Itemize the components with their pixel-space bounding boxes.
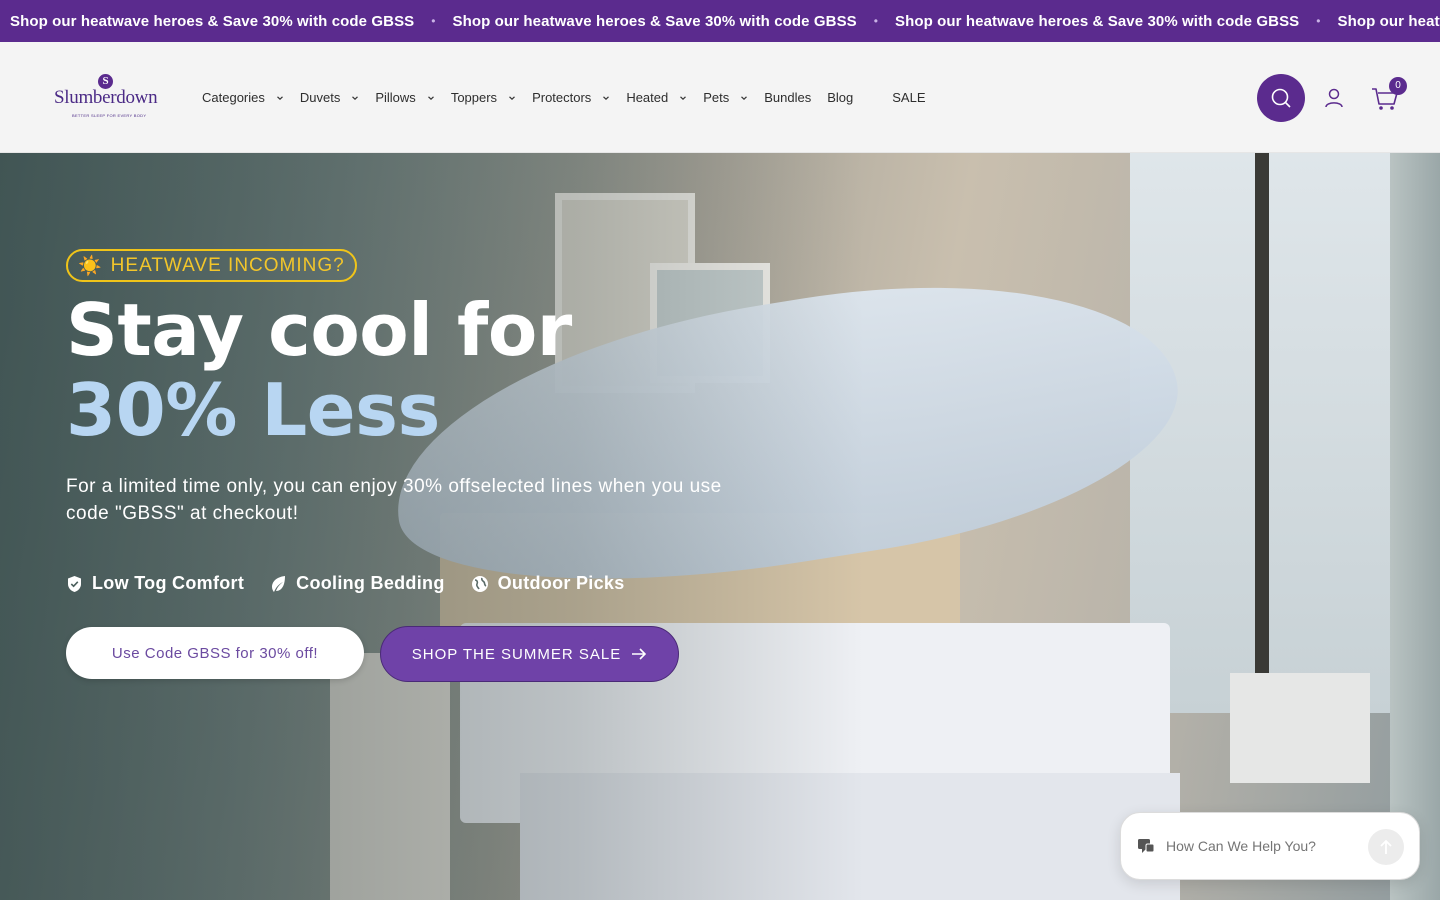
chevron-down-icon: [276, 95, 283, 100]
sun-icon: ☀️: [78, 255, 103, 277]
nav-item-label: Blog: [827, 90, 854, 105]
announcement-message[interactable]: Shop our heatwave heroes & Save 30% with…: [453, 13, 857, 30]
nav-item-label: Pets: [703, 90, 730, 105]
main-nav: Categories Duvets Pillows Toppers Protec…: [202, 42, 942, 153]
use-code-button[interactable]: Use Code GBSS for 30% off!: [66, 627, 364, 679]
nav-item-categories[interactable]: Categories: [202, 90, 284, 105]
chevron-down-icon: [603, 95, 610, 100]
feature-label: Outdoor Picks: [497, 573, 625, 593]
nav-item-duvets[interactable]: Duvets: [300, 90, 359, 105]
globe-icon: [471, 575, 488, 592]
feature-cooling: Cooling Bedding: [270, 573, 444, 594]
arrow-up-icon: [1380, 839, 1392, 854]
heatwave-badge-label: HEATWAVE INCOMING?: [110, 254, 345, 276]
announcement-separator: •: [873, 14, 878, 28]
nav-item-blog[interactable]: Blog: [827, 90, 853, 105]
chevron-down-icon: [427, 95, 434, 100]
hero-title-highlight: 30% Less: [66, 368, 440, 452]
nav-item-label: Bundles: [764, 90, 812, 105]
logo-wordmark: Slumberdown: [54, 87, 158, 108]
nav-item-label: Duvets: [299, 90, 341, 105]
announcement-separator: •: [1316, 14, 1321, 28]
search-icon: [1271, 88, 1291, 108]
nav-item-label: Categories: [202, 90, 265, 105]
nav-item-protectors[interactable]: Protectors: [532, 90, 610, 105]
cart-count-badge: 0: [1389, 77, 1407, 95]
nav-item-label: Toppers: [450, 90, 498, 105]
announcement-track: Shop our heatwave heroes & Save 30% with…: [10, 0, 1440, 42]
announcement-message[interactable]: Shop our heatwave heroes & Save 30% with…: [895, 13, 1299, 30]
nav-item-pillows[interactable]: Pillows: [375, 90, 434, 105]
chevron-down-icon: [509, 95, 515, 100]
chat-send-button[interactable]: [1368, 829, 1404, 865]
nav-item-toppers[interactable]: Toppers: [451, 90, 516, 105]
nav-item-bundles[interactable]: Bundles: [764, 90, 811, 105]
site-header: S Slumberdown BETTER SLEEP FOR EVERY BOD…: [0, 42, 1440, 153]
arrow-right-icon: [632, 648, 647, 660]
shield-check-icon: [68, 575, 81, 592]
nav-item-pets[interactable]: Pets: [703, 90, 748, 105]
feature-label: Low Tog Comfort: [92, 573, 245, 593]
feature-low-tog: Low Tog Comfort: [66, 573, 244, 594]
shop-summer-sale-label: SHOP THE SUMMER SALE: [411, 645, 622, 663]
logo-tagline: BETTER SLEEP FOR EVERY BODY: [72, 113, 147, 118]
shop-summer-sale-button[interactable]: SHOP THE SUMMER SALE: [380, 626, 679, 682]
hero-title: Stay cool for: [66, 288, 572, 372]
nav-item-label: SALE: [892, 90, 926, 105]
nav-item-sale[interactable]: SALE: [892, 90, 925, 105]
nav-item-heated[interactable]: Heated: [626, 90, 687, 105]
search-button[interactable]: [1257, 74, 1305, 122]
announcement-message[interactable]: Shop our heatwave heroes & Save 30% with…: [10, 13, 414, 30]
nav-item-label: Protectors: [532, 90, 592, 105]
hero-banner: ☀️ HEATWAVE INCOMING? Stay cool for 30% …: [0, 153, 1440, 900]
feature-outdoor: Outdoor Picks: [471, 573, 625, 594]
user-icon: [1325, 88, 1343, 108]
nav-item-label: Heated: [626, 90, 669, 105]
chat-widget: [1120, 812, 1420, 880]
leaf-icon: [272, 575, 286, 592]
brand-logo[interactable]: S Slumberdown BETTER SLEEP FOR EVERY BOD…: [54, 73, 158, 121]
heatwave-badge: ☀️ HEATWAVE INCOMING?: [66, 249, 357, 282]
chat-input[interactable]: [1166, 838, 1356, 854]
nav-item-label: Pillows: [375, 90, 416, 105]
feature-label: Cooling Bedding: [296, 573, 445, 593]
feature-list: Low Tog Comfort Cooling Bedding Outdoor …: [66, 573, 651, 594]
chevron-down-icon: [680, 95, 687, 100]
chat-icon: [1138, 839, 1155, 853]
announcement-separator: •: [431, 14, 436, 28]
chevron-down-icon: [352, 95, 359, 100]
hero-subtitle: For a limited time only, you can enjoy 3…: [66, 476, 722, 524]
chevron-down-icon: [741, 95, 748, 100]
announcement-message[interactable]: Shop our heatwave heroes & Save 30% with…: [1338, 13, 1440, 30]
account-button[interactable]: [1322, 86, 1346, 110]
announcement-bar: Shop our heatwave heroes & Save 30% with…: [0, 0, 1440, 42]
